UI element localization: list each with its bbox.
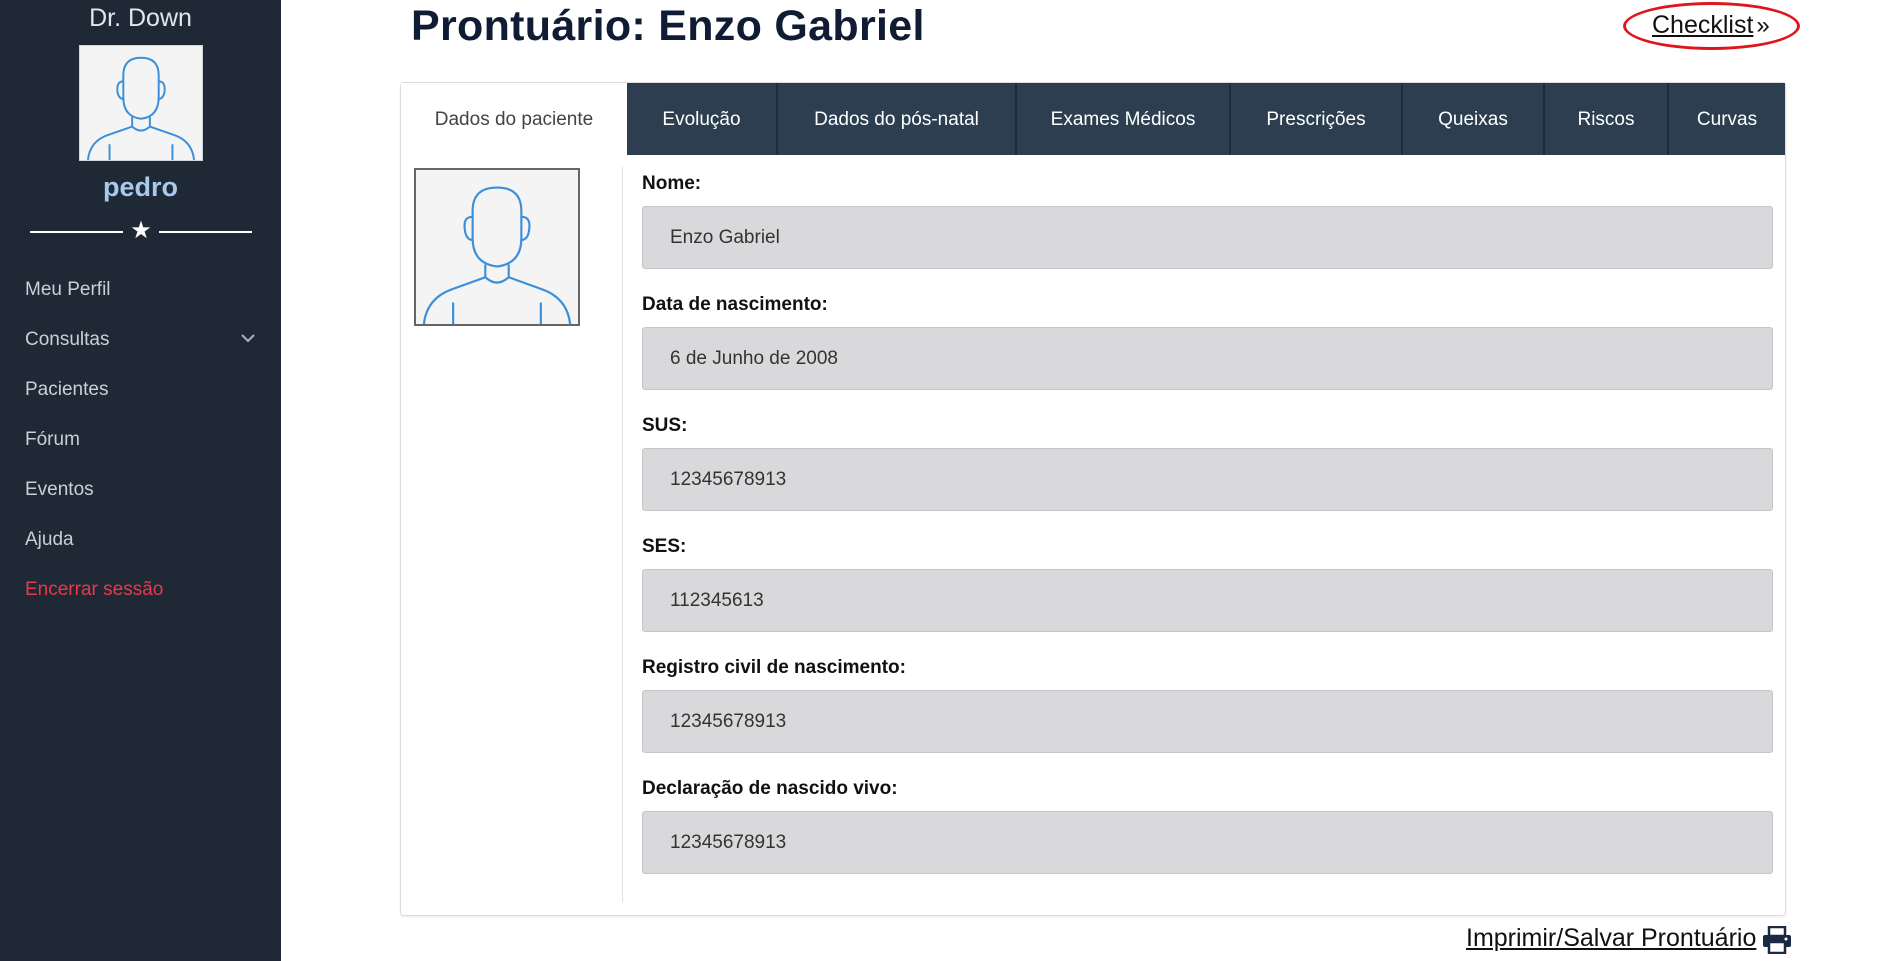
star-icon: ★ <box>130 217 152 244</box>
sidebar-nav: Meu Perfil Consultas Pacientes Fórum Eve… <box>0 270 281 620</box>
sidebar-item-label: Pacientes <box>25 379 109 400</box>
sidebar-item-label: Consultas <box>25 329 110 350</box>
field-label-nome: Nome: <box>642 173 702 194</box>
sidebar-item-meu-perfil[interactable]: Meu Perfil <box>0 270 281 320</box>
chevron-down-icon <box>241 320 255 360</box>
sidebar: Dr. Down pedro ★ Meu Perfil Consultas Pa… <box>0 0 281 961</box>
sidebar-item-ajuda[interactable]: Ajuda <box>0 520 281 570</box>
user-silhouette-icon <box>416 170 578 324</box>
sidebar-item-label: Eventos <box>25 479 94 500</box>
sidebar-item-pacientes[interactable]: Pacientes <box>0 370 281 420</box>
declaracao-nascido-vivo-field[interactable]: 12345678913 <box>642 811 1773 874</box>
sidebar-item-forum[interactable]: Fórum <box>0 420 281 470</box>
double-chevron-right-icon: » <box>1756 12 1770 39</box>
field-label-data-nascimento: Data de nascimento: <box>642 294 828 315</box>
checklist-link[interactable]: Checklist» <box>1652 11 1770 40</box>
tab-dados-do-paciente[interactable]: Dados do paciente <box>401 83 627 155</box>
tab-exames-medicos[interactable]: Exames Médicos <box>1015 83 1229 155</box>
tab-queixas[interactable]: Queixas <box>1401 83 1543 155</box>
tab-riscos[interactable]: Riscos <box>1543 83 1667 155</box>
page-title: Prontuário: Enzo Gabriel <box>411 2 925 50</box>
sidebar-divider: ★ <box>30 217 252 244</box>
nome-field[interactable]: Enzo Gabriel <box>642 206 1773 269</box>
tab-bar: Dados do paciente Evolução Dados do pós-… <box>401 83 1785 155</box>
data-nascimento-field[interactable]: 6 de Junho de 2008 <box>642 327 1773 390</box>
print-save-link[interactable]: Imprimir/Salvar Prontuário <box>1466 924 1756 953</box>
sidebar-item-label: Fórum <box>25 429 80 450</box>
username: pedro <box>102 172 178 202</box>
sidebar-item-eventos[interactable]: Eventos <box>0 470 281 520</box>
logout-link[interactable]: Encerrar sessão <box>0 570 281 620</box>
field-label-sus: SUS: <box>642 415 688 436</box>
tab-dados-pos-natal[interactable]: Dados do pós-natal <box>776 83 1015 155</box>
user-silhouette-icon <box>80 46 202 160</box>
content-divider <box>622 167 623 902</box>
field-label-ses: SES: <box>642 536 687 557</box>
brand-name: Dr. Down <box>89 4 192 32</box>
sidebar-item-label: Encerrar sessão <box>25 579 164 600</box>
tab-prescricoes[interactable]: Prescrições <box>1229 83 1401 155</box>
sidebar-item-label: Ajuda <box>25 529 74 550</box>
ses-field[interactable]: 112345613 <box>642 569 1773 632</box>
sus-field[interactable]: 12345678913 <box>642 448 1773 511</box>
user-avatar <box>79 45 203 161</box>
field-label-declaracao-nascido-vivo: Declaração de nascido vivo: <box>642 778 898 799</box>
sidebar-item-consultas[interactable]: Consultas <box>0 320 281 370</box>
checklist-label: Checklist <box>1652 11 1754 39</box>
tab-evolucao[interactable]: Evolução <box>627 83 776 155</box>
patient-fields: Nome: Enzo Gabriel Data de nascimento: 6… <box>642 171 1773 897</box>
registro-civil-field[interactable]: 12345678913 <box>642 690 1773 753</box>
divider-line <box>159 231 252 233</box>
sidebar-item-label: Meu Perfil <box>25 279 111 300</box>
field-label-registro-civil: Registro civil de nascimento: <box>642 657 906 678</box>
patient-record-card: Dados do paciente Evolução Dados do pós-… <box>400 82 1786 916</box>
printer-icon[interactable] <box>1762 925 1792 955</box>
divider-line <box>30 231 123 233</box>
tab-curvas[interactable]: Curvas <box>1667 83 1785 155</box>
patient-avatar <box>414 168 580 326</box>
